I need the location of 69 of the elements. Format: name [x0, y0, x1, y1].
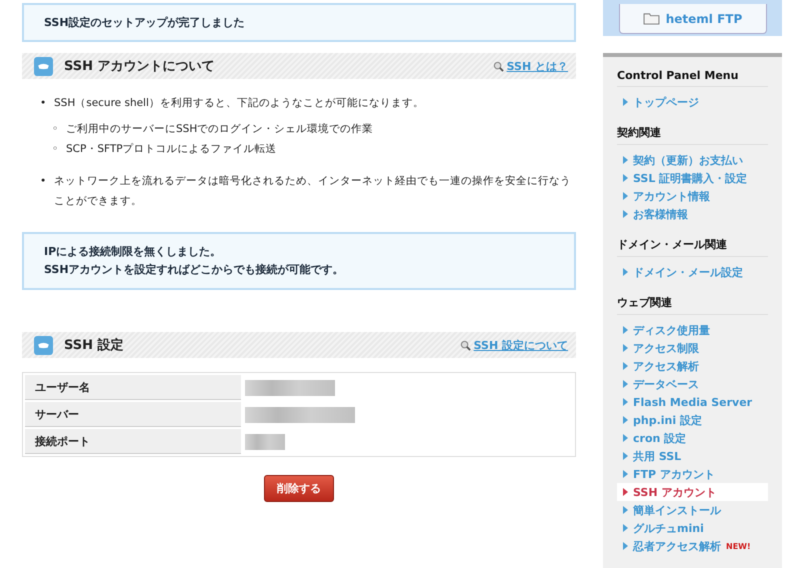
menu-item[interactable]: 契約（更新）お支払い	[617, 151, 768, 169]
notice-text: SSHアカウントを設定すればどこからでも接続が可能です。	[44, 262, 345, 278]
triangle-icon	[623, 362, 628, 370]
menu-group-heading: 契約関連	[617, 125, 768, 145]
triangle-icon	[623, 452, 628, 460]
triangle-icon	[623, 542, 628, 550]
folder-icon	[642, 12, 660, 25]
menu-item[interactable]: 共用 SSL	[617, 447, 768, 465]
triangle-icon	[623, 416, 628, 424]
menu-item[interactable]: アクセス制限	[617, 339, 768, 357]
bullet-text: SCP・SFTPプロトコルによるファイル転送	[66, 142, 277, 157]
triangle-icon	[623, 98, 628, 106]
menu-item[interactable]: ドメイン・メール設定	[617, 263, 768, 281]
bullet-text: ご利用中のサーバーにSSHでのログイン・シェル環境での作業	[66, 122, 374, 137]
help-link[interactable]: SSH 設定について	[474, 338, 568, 352]
triangle-icon	[623, 488, 628, 496]
search-icon	[460, 340, 471, 350]
triangle-icon	[623, 326, 628, 334]
menu-item[interactable]: FTP アカウント	[617, 465, 768, 483]
triangle-icon	[623, 156, 628, 164]
menu-item[interactable]: アクセス解析	[617, 357, 768, 375]
triangle-icon	[623, 398, 628, 406]
menu-item[interactable]: 簡単インストール	[617, 501, 768, 519]
triangle-icon	[623, 344, 628, 352]
redacted-value	[245, 434, 285, 450]
menu-item[interactable]: ディスク使用量	[617, 321, 768, 339]
triangle-icon	[623, 524, 628, 532]
bullet-marker: •	[40, 96, 48, 111]
table-header-cell: ユーザー名	[25, 375, 241, 400]
section-title: SSH 設定	[64, 336, 125, 354]
table-header-cell: 接続ポート	[25, 429, 241, 454]
menu-item[interactable]: Flash Media Server	[617, 393, 768, 411]
bullet-marker: •	[40, 174, 48, 189]
triangle-icon	[623, 434, 628, 442]
bullet-marker: ◦	[52, 122, 60, 137]
notice-text: SSH設定のセットアップが完了しました	[44, 15, 245, 30]
bullet-text: ネットワーク上を流れるデータは暗号化されるため、インターネット経由でも一連の操作を安全に行なうことができます。	[54, 174, 572, 209]
search-icon	[492, 60, 504, 72]
menu-item[interactable]: php.ini 設定	[617, 411, 768, 429]
menu-item[interactable]: cron 設定	[617, 429, 768, 447]
triangle-icon	[623, 192, 628, 200]
menu-item[interactable]: トップページ	[617, 93, 768, 111]
section-icon	[34, 336, 53, 354]
triangle-icon	[623, 210, 628, 218]
section-title: SSH アカウントについて	[64, 58, 216, 75]
notice-text: IPによる接続制限を無くしました。	[44, 244, 222, 260]
help-link[interactable]: SSH とは？	[506, 58, 568, 74]
menu-item[interactable]: アカウント情報	[617, 187, 768, 205]
menu-item[interactable]: グルチュmini	[617, 519, 768, 537]
menu-item[interactable]: SSH アカウント	[617, 483, 768, 501]
menu-group-heading: ウェブ関連	[617, 295, 768, 315]
triangle-icon	[623, 470, 628, 478]
menu-item[interactable]: SSL 証明書購入・設定	[617, 169, 768, 187]
ftp-button[interactable]: heteml FTP	[618, 4, 766, 34]
menu-item[interactable]: お客様情報	[617, 205, 768, 223]
triangle-icon	[623, 174, 628, 182]
bullet-marker: ◦	[52, 142, 60, 157]
menu-group-heading: ドメイン・メール関連	[617, 237, 768, 257]
bullet-text: SSH（secure shell）を利用すると、下記のようなことが可能になります。	[54, 96, 424, 111]
triangle-icon	[623, 380, 628, 388]
delete-button[interactable]: 削除する	[264, 475, 334, 502]
menu-item[interactable]: 忍者アクセス解析 NEW!	[617, 537, 768, 555]
section-icon	[34, 56, 53, 76]
menu-item[interactable]: データベース	[617, 375, 768, 393]
table-header-cell: サーバー	[25, 402, 241, 427]
triangle-icon	[623, 268, 628, 276]
triangle-icon	[623, 506, 628, 514]
menu-title: Control Panel Menu	[617, 69, 768, 87]
new-label: NEW!	[726, 542, 751, 550]
